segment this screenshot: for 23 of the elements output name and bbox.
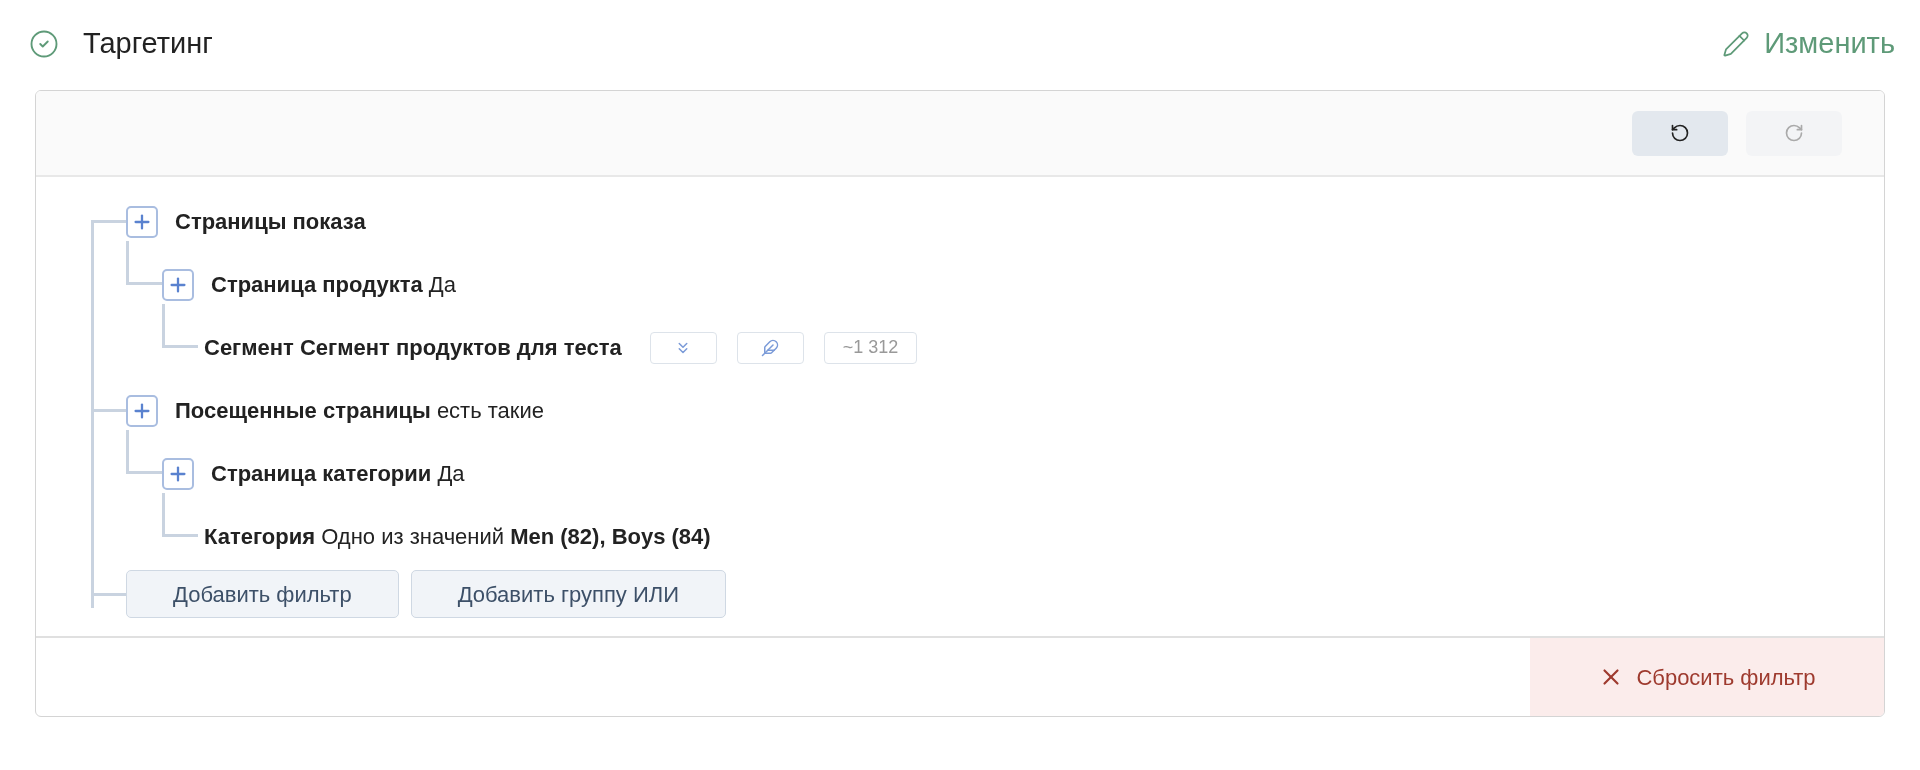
undo-button[interactable] <box>1632 110 1728 156</box>
expand-plus-icon[interactable] <box>162 268 194 301</box>
pencil-icon <box>1722 30 1751 58</box>
add-button[interactable]: Добавить группу ИЛИ <box>410 570 726 618</box>
filter-label: Страницы показа <box>175 208 366 236</box>
filter-label: Посещенные страницы есть такие <box>175 397 544 425</box>
tree-connector <box>162 304 198 348</box>
feather-icon <box>761 338 780 357</box>
tree-connector <box>162 493 198 537</box>
redo-icon <box>1784 123 1804 143</box>
filter-label: Страница категории Да <box>211 460 465 488</box>
section-title: Таргетинг <box>83 26 213 62</box>
filter-label: Сегмент Сегмент продуктов для теста <box>204 334 622 362</box>
undo-icon <box>1670 123 1690 143</box>
add-button[interactable]: Добавить фильтр <box>126 570 399 618</box>
reset-filter-button[interactable]: Сбросить фильтр <box>1530 638 1884 716</box>
filter-label: Страница продукта Да <box>211 271 456 299</box>
expand-plus-icon[interactable] <box>162 457 194 490</box>
count-badge: ~1 312 <box>823 331 918 364</box>
edit-button[interactable] <box>736 331 804 364</box>
expand-plus-icon[interactable] <box>126 205 158 238</box>
expand-plus-icon[interactable] <box>126 394 158 427</box>
filter-label: Категория Одно из значений Men (82), Boys (84) <box>204 523 711 551</box>
